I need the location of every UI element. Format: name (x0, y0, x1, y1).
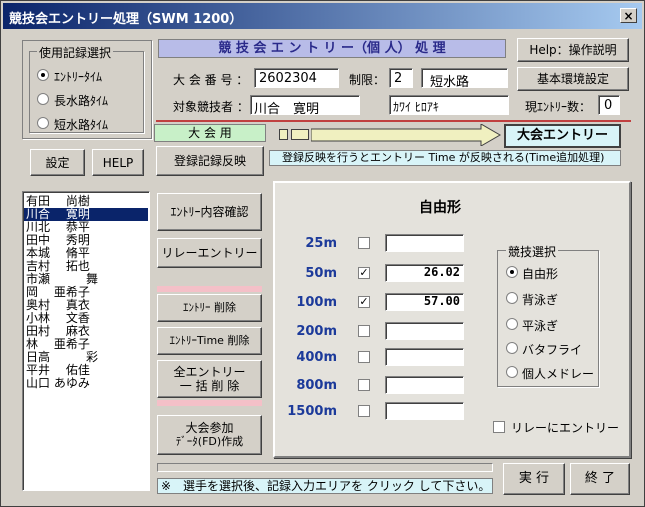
athlete-name-field[interactable]: 川合 寛明 (250, 95, 360, 117)
meet-use-label: 大 会 用 (188, 126, 232, 140)
settings-button[interactable]: 設定 (30, 149, 85, 176)
relay-entry-checkbox[interactable] (493, 421, 505, 433)
athlete-label: 対象競技者 ： (173, 100, 249, 114)
distance-label: 1500m (287, 404, 337, 419)
stroke-select-legend: 競技選択 (506, 243, 559, 260)
time-input[interactable]: 57.00 (385, 293, 464, 311)
create-data-label-2: ﾃﾞｰﾀ(FD)作成 (175, 435, 244, 448)
distance-checkbox[interactable] (358, 405, 370, 417)
stroke-title: 自由形 (419, 200, 461, 216)
stroke-radio[interactable] (506, 342, 518, 354)
distance-checkbox[interactable] (358, 379, 370, 391)
distance-checkbox[interactable]: ✓ (358, 296, 370, 308)
entry-count-value: 0 (604, 98, 613, 113)
page-title: 競 技 会 エ ン ト リ ー（個 人） 処 理 (218, 41, 446, 56)
time-input[interactable] (385, 234, 464, 252)
confirm-entry-button[interactable]: ｴﾝﾄﾘｰ内容確認 (157, 193, 262, 231)
meet-number-value: 2602304 (259, 71, 317, 86)
entry-count-field[interactable]: 0 (598, 95, 620, 115)
title-bar: 競技会エントリー処理（SWM 1200） × (3, 3, 642, 29)
athlete-name-value: 川合 寛明 (254, 102, 320, 117)
create-data-label-1: 大会参加 (185, 421, 234, 435)
swimmer-list[interactable]: 有田 尚樹 川合 寛明 川北 恭平 田中 秀明 本城 脩平 吉村 拓也 市瀬 舞岡 亜希子奥… (22, 191, 150, 491)
run-button[interactable]: 実 行 (503, 463, 565, 495)
distance-checkbox[interactable] (358, 237, 370, 249)
radio-long-course[interactable] (37, 93, 49, 105)
create-data-button[interactable]: 大会参加 ﾃﾞｰﾀ(FD)作成 (157, 415, 262, 455)
stroke-radio-label: 平泳ぎ (522, 319, 559, 333)
distance-checkbox[interactable]: ✓ (358, 267, 370, 279)
delete-entry-button[interactable]: ｴﾝﾄﾘｰ 削除 (157, 294, 262, 322)
course-field[interactable]: 短水路 (421, 68, 508, 90)
help-manual-button[interactable]: Help：操作説明 (517, 38, 629, 62)
meet-entry-label: 大会エントリー (516, 128, 608, 143)
meet-use-label-box: 大 会 用 (154, 124, 266, 142)
distance-label: 800m (296, 378, 337, 393)
stroke-radio[interactable] (506, 366, 518, 378)
stroke-radio-label: 個人メドレー (522, 367, 595, 381)
distance-label: 400m (296, 350, 337, 365)
limit-field[interactable]: 2 (389, 68, 413, 88)
time-input[interactable] (385, 402, 464, 420)
athlete-kana-value: ｶﾜｲ ﾋﾛｱｷ (393, 100, 439, 114)
window-title: 競技会エントリー処理（SWM 1200） (9, 12, 243, 27)
status-bar: ※ 選手を選択後、記録入力エリアを クリック して下さい。 (157, 478, 493, 494)
status-text: ※ 選手を選択後、記録入力エリアを クリック して下さい。 (161, 479, 491, 493)
time-input[interactable] (385, 376, 464, 394)
flow-arrow (311, 124, 501, 146)
delete-all-label-1: 全エントリー (173, 365, 246, 379)
record-select-legend: 使用記録選択 (37, 44, 114, 61)
stroke-radio[interactable] (506, 318, 518, 330)
time-input[interactable] (385, 322, 464, 340)
time-input[interactable]: 26.02 (385, 264, 464, 282)
distance-label: 50m (305, 266, 337, 281)
time-input[interactable] (385, 348, 464, 366)
distance-label: 25m (305, 236, 337, 251)
header-separator (156, 120, 631, 122)
stroke-radio-label: 自由形 (522, 267, 559, 281)
main-window: 競技会エントリー処理（SWM 1200） × 使用記録選択 ｴﾝﾄﾘｰﾀｲﾑ 長… (0, 0, 645, 507)
stroke-radio-label: 背泳ぎ (522, 293, 559, 307)
stroke-radio[interactable] (506, 266, 518, 278)
delete-all-label-2: 一 括 削 除 (179, 379, 240, 393)
delete-all-button[interactable]: 全エントリー 一 括 削 除 (157, 360, 262, 398)
distance-checkbox[interactable] (358, 325, 370, 337)
limit-value: 2 (394, 71, 403, 86)
radio-long-course-label: 長水路ﾀｲﾑ (54, 94, 109, 108)
exit-button[interactable]: 終 了 (570, 463, 630, 495)
distance-label: 100m (296, 295, 337, 310)
environment-settings-button[interactable]: 基本環境設定 (517, 67, 629, 91)
page-title-box: 競 技 会 エ ン ト リ ー（個 人） 処 理 (158, 39, 506, 58)
distance-checkbox[interactable] (358, 351, 370, 363)
stroke-radio[interactable] (506, 292, 518, 304)
delete-entry-time-button[interactable]: ｴﾝﾄﾘｰTime 削除 (157, 327, 262, 355)
swimmer-list-item[interactable]: 山口 あゆみ (24, 377, 148, 390)
register-record-button[interactable]: 登録記録反映 (156, 146, 264, 176)
progress-bar (157, 463, 493, 472)
stroke-radio-label: バタフライ (522, 343, 583, 357)
athlete-kana-field[interactable]: ｶﾜｲ ﾋﾛｱｷ (389, 95, 509, 115)
delete-section-bar-top (157, 286, 262, 292)
meet-number-label: 大 会 番 号 ： (173, 73, 249, 87)
entry-count-label: 現ｴﾝﾄﾘｰ数： (525, 100, 592, 114)
info-bar: 登録反映を行うとエントリー Time が反映される(Time追加処理) (269, 150, 621, 166)
limit-label: 制限： (349, 73, 386, 87)
relay-entry-button[interactable]: リレーエントリー (157, 238, 262, 268)
flow-marker-medium (291, 129, 309, 140)
delete-section-bar-bottom (157, 400, 262, 406)
radio-entry-time[interactable] (37, 69, 49, 81)
radio-entry-time-label: ｴﾝﾄﾘｰﾀｲﾑ (54, 70, 103, 84)
distance-label: 200m (296, 324, 337, 339)
radio-short-course-label: 短水路ﾀｲﾑ (54, 118, 109, 132)
course-value: 短水路 (430, 75, 470, 90)
meet-number-field[interactable]: 2602304 (254, 68, 339, 88)
close-button[interactable]: × (620, 8, 637, 23)
info-text: 登録反映を行うとエントリー Time が反映される(Time追加処理) (282, 151, 605, 164)
radio-short-course[interactable] (37, 117, 49, 129)
relay-entry-label: リレーにエントリー (511, 421, 620, 435)
help-button[interactable]: HELP (92, 149, 144, 176)
flow-marker-small (279, 129, 288, 140)
meet-entry-label-box: 大会エントリー (504, 124, 621, 148)
